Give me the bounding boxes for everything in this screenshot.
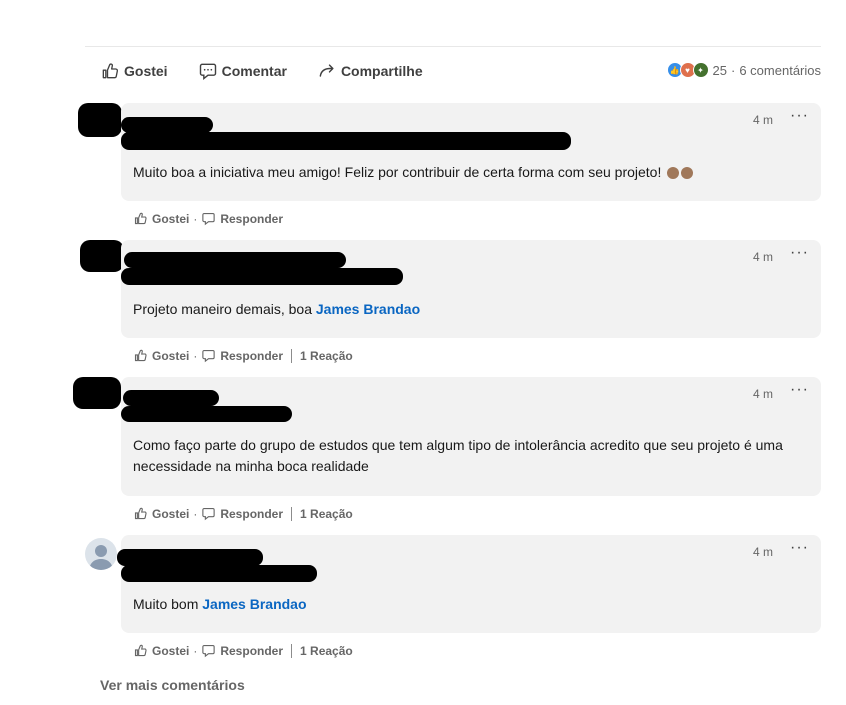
comment-bubble: 4 m ··· Muito boa a iniciativa meu amigo…: [121, 103, 821, 201]
reply-icon: [202, 507, 216, 521]
more-options-button[interactable]: ···: [790, 244, 809, 262]
name-redacted: [121, 117, 213, 133]
share-button[interactable]: Compartilhe: [317, 61, 423, 81]
reply-label: Responder: [220, 348, 284, 363]
divider: [291, 506, 293, 521]
reply-icon: [202, 212, 216, 226]
separator: ·: [731, 62, 736, 78]
divider: [291, 348, 293, 363]
reply-button[interactable]: Responder: [201, 348, 283, 363]
reply-icon: [202, 349, 216, 363]
clapping-hands-icon: [667, 167, 680, 180]
reply-label: Responder: [220, 211, 284, 226]
comment-time: 4 m: [752, 387, 773, 401]
more-options-button[interactable]: ···: [790, 381, 809, 399]
comment-body: Muito bom: [133, 596, 203, 612]
comment-body: Projeto maneiro demais, boa: [133, 301, 316, 317]
comment-actions: Gostei · Responder 1 Reação: [133, 506, 353, 521]
avatar[interactable]: [85, 538, 117, 570]
clapping-hands-icon: [681, 167, 694, 180]
like-button[interactable]: Gostei: [100, 61, 168, 81]
like-label: Gostei: [124, 63, 168, 79]
separator: ·: [193, 348, 198, 363]
comment-bubble: 4 m ··· Como faço parte do grupo de estu…: [121, 377, 821, 496]
post-actions-bar: Gostei Comentar Compartilhe: [100, 57, 453, 85]
comment-bubble: 4 m ··· Projeto maneiro demais, boa Jame…: [121, 240, 821, 338]
reply-button[interactable]: Responder: [201, 211, 283, 226]
name-redacted: [117, 549, 263, 566]
celebrate-reaction-icon: ✦: [692, 62, 709, 78]
comment-text: Muito bom James Brandao: [133, 594, 793, 615]
comment-text: Como faço parte do grupo de estudos que …: [133, 435, 793, 477]
comment-time: 4 m: [752, 545, 773, 559]
reply-button[interactable]: Responder: [201, 506, 283, 521]
default-avatar-icon: [89, 545, 113, 570]
comment-like-button[interactable]: Gostei: [133, 211, 189, 226]
headline-redacted: [121, 268, 403, 285]
comment-actions: Gostei · Responder 1 Reação: [133, 643, 353, 658]
comment-actions: Gostei · Responder: [133, 211, 283, 226]
comment-bubble: 4 m ··· Muito bom James Brandao: [117, 535, 821, 633]
comment-text: Projeto maneiro demais, boa James Branda…: [133, 299, 793, 320]
reaction-count[interactable]: 25: [713, 63, 727, 78]
reaction-icons[interactable]: 👍 ♥ ✦: [666, 62, 709, 78]
reply-button[interactable]: Responder: [201, 643, 283, 658]
divider: [85, 46, 821, 47]
comment-like-label: Gostei: [152, 348, 190, 363]
divider: [291, 643, 293, 658]
headline-redacted: [121, 406, 292, 422]
separator: ·: [193, 506, 198, 521]
comment-like-button[interactable]: Gostei: [133, 506, 189, 521]
mention-link[interactable]: James Brandao: [316, 301, 420, 317]
reply-label: Responder: [220, 506, 284, 521]
thumbs-up-icon: [134, 644, 147, 657]
comment-icon: [199, 63, 216, 80]
thumbs-up-icon: [134, 507, 147, 520]
separator: ·: [193, 211, 198, 226]
comment-text: Muito boa a iniciativa meu amigo! Feliz …: [133, 162, 793, 183]
comment-count[interactable]: 6 comentários: [739, 63, 821, 78]
comment-time: 4 m: [752, 113, 773, 127]
thumbs-up-icon: [102, 63, 119, 79]
comment-like-label: Gostei: [152, 211, 190, 226]
name-redacted: [124, 252, 346, 268]
comment-actions: Gostei · Responder 1 Reação: [133, 348, 353, 363]
thumbs-up-icon: [134, 349, 147, 362]
comment-label: Comentar: [221, 63, 287, 79]
comment-like-button[interactable]: Gostei: [133, 348, 189, 363]
mention-link[interactable]: James Brandao: [202, 596, 306, 612]
see-more-comments-button[interactable]: Ver mais comentários: [100, 677, 245, 693]
social-counts: 👍 ♥ ✦ 25 · 6 comentários: [666, 62, 821, 78]
comment-like-button[interactable]: Gostei: [133, 643, 189, 658]
avatar-redacted: [73, 377, 121, 409]
avatar-redacted: [80, 240, 124, 272]
name-redacted: [123, 390, 219, 406]
share-arrow-icon: [319, 64, 334, 77]
comment-body: Como faço parte do grupo de estudos que …: [133, 437, 783, 474]
comment-time: 4 m: [752, 250, 773, 264]
more-options-button[interactable]: ···: [790, 539, 809, 557]
thumbs-up-icon: [134, 212, 147, 225]
share-label: Compartilhe: [340, 63, 423, 79]
comment-button[interactable]: Comentar: [198, 61, 287, 81]
headline-redacted: [121, 565, 317, 582]
comment-like-label: Gostei: [152, 643, 190, 658]
comment-body: Muito boa a iniciativa meu amigo! Feliz …: [133, 164, 662, 180]
reaction-count-link[interactable]: 1 Reação: [300, 507, 353, 521]
reply-icon: [202, 644, 216, 658]
headline-redacted: [121, 132, 571, 150]
more-options-button[interactable]: ···: [790, 107, 809, 125]
comment-like-label: Gostei: [152, 506, 190, 521]
reaction-count-link[interactable]: 1 Reação: [300, 644, 353, 658]
separator: ·: [193, 643, 198, 658]
avatar-redacted: [78, 103, 122, 137]
reaction-count-link[interactable]: 1 Reação: [300, 349, 353, 363]
reply-label: Responder: [220, 643, 284, 658]
